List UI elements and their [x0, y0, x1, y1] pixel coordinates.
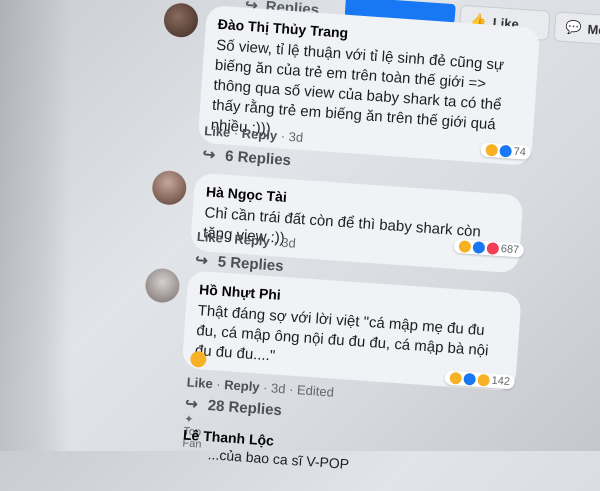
reply-arrow-icon: ↪ — [194, 251, 209, 270]
reaction-count: 74 — [513, 145, 527, 159]
replies-count: 28 Replies — [207, 397, 283, 420]
like-reaction-icon — [472, 241, 486, 254]
page-message-button[interactable]: 💬 Message — [553, 11, 600, 48]
reaction-count: 687 — [500, 243, 520, 257]
comment-bubble: Đào Thị Thủy Trang Số view, tỉ lệ thuận … — [197, 4, 541, 166]
reply-arrow-icon: ↪ — [202, 146, 216, 164]
avatar[interactable] — [144, 267, 181, 304]
haha-reaction-icon — [449, 371, 463, 385]
haha-reaction-icon — [485, 143, 499, 157]
like-link[interactable]: Like — [204, 123, 231, 140]
page-message-label: Message — [587, 21, 600, 40]
replies-count: 6 Replies — [224, 147, 292, 170]
avatar[interactable] — [162, 2, 200, 39]
edited-label: Edited — [296, 382, 335, 400]
replies-count: 5 Replies — [217, 253, 285, 275]
like-link[interactable]: Like — [196, 229, 223, 246]
comment-text: ...của bao ca sĩ V-POP — [207, 446, 350, 472]
haha-reaction-icon — [458, 240, 472, 253]
timestamp[interactable]: 3d — [271, 380, 286, 396]
love-reaction-icon — [486, 242, 500, 255]
reply-arrow-icon: ↪ — [184, 395, 199, 414]
like-reaction-icon — [463, 372, 477, 386]
comment-text: Số view, tỉ lệ thuận với tỉ lệ sinh đẻ c… — [210, 36, 505, 138]
reply-link[interactable]: Reply — [234, 231, 270, 248]
wow-reaction-icon — [477, 373, 491, 387]
view-replies-link[interactable]: ↪ 6 Replies — [202, 145, 291, 169]
reply-link[interactable]: Reply — [224, 377, 260, 394]
like-reaction-icon — [499, 144, 513, 158]
avatar[interactable] — [151, 169, 188, 206]
reaction-count: 142 — [491, 374, 511, 389]
reply-link[interactable]: Reply — [241, 126, 277, 143]
top-fan-icon: ✦ — [183, 413, 194, 427]
timestamp[interactable]: 3d — [281, 235, 296, 251]
timestamp[interactable]: 3d — [288, 129, 303, 145]
like-link[interactable]: Like — [186, 375, 213, 392]
messenger-icon: 💬 — [564, 19, 583, 36]
facebook-comments-panel: ↪Replies 👍 Like 💬 Message Đào Thị Thủy T… — [0, 0, 600, 472]
